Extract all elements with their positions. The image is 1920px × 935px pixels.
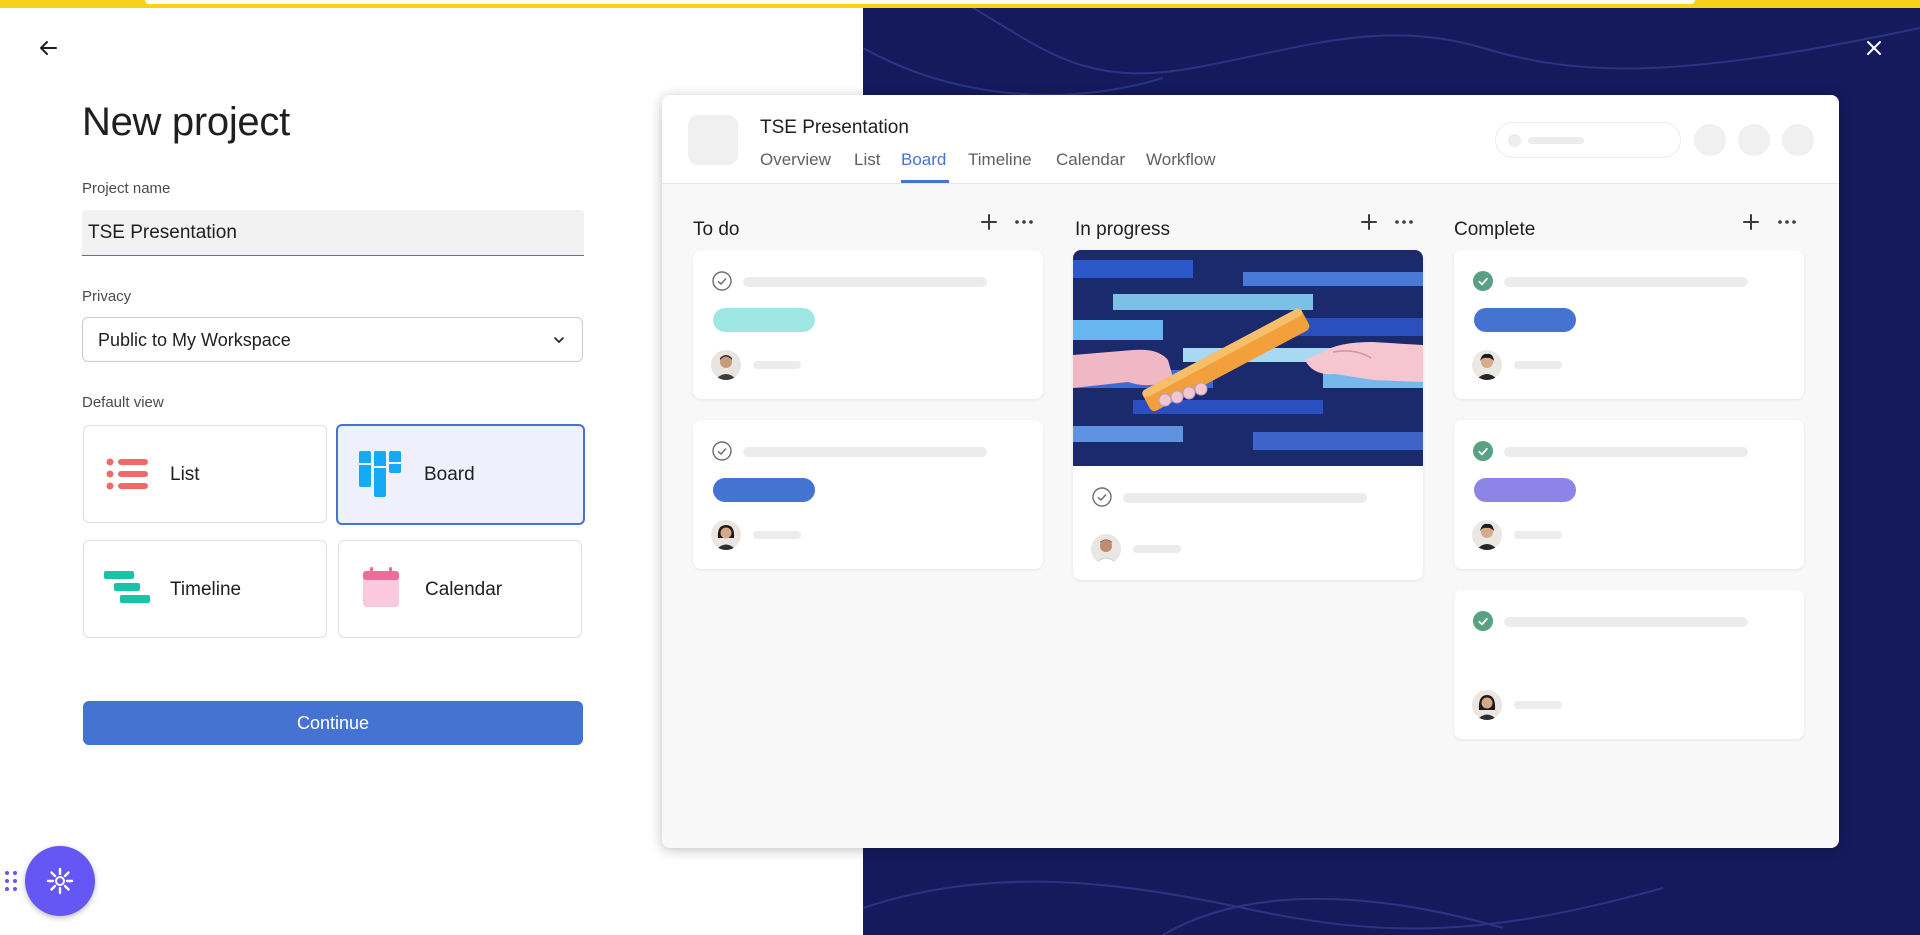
plus-icon — [1361, 214, 1377, 230]
check-circle-icon — [712, 441, 732, 461]
plus-icon — [981, 214, 997, 230]
calendar-icon — [363, 567, 399, 607]
task-card — [693, 250, 1043, 399]
active-tab-indicator — [901, 180, 949, 183]
arrow-left-icon[interactable] — [34, 34, 62, 62]
tab-workflow: Workflow — [1146, 150, 1216, 169]
top-banner — [0, 0, 1920, 8]
project-icon-placeholder — [688, 115, 738, 165]
placeholder-line — [1504, 447, 1748, 457]
check-circle-icon — [1092, 487, 1112, 507]
tab-overview: Overview — [760, 150, 831, 169]
avatar — [1091, 534, 1121, 564]
column-title-complete: Complete — [1454, 219, 1536, 240]
top-banner-inner — [145, 0, 1695, 4]
list-icon — [106, 458, 148, 490]
sparkle-icon — [46, 867, 74, 895]
avatar-placeholder — [1782, 124, 1814, 156]
check-circle-icon — [712, 271, 732, 291]
placeholder-line — [1123, 493, 1367, 503]
placeholder-line — [753, 361, 801, 369]
privacy-value: Public to My Workspace — [98, 330, 291, 350]
column-title-todo: To do — [693, 219, 740, 240]
project-name-input[interactable] — [82, 210, 584, 256]
view-option-label: Calendar — [425, 579, 503, 600]
placeholder-line — [1514, 531, 1562, 539]
board-preview: TSE Presentation Overview List Board Tim… — [662, 95, 1839, 848]
project-name-label: Project name — [82, 180, 171, 197]
tag-pill — [713, 308, 815, 332]
task-card — [1454, 420, 1804, 569]
chevron-down-icon — [554, 337, 564, 343]
view-option-board[interactable]: Board — [336, 424, 585, 525]
placeholder-line — [1133, 545, 1181, 553]
preview-project-title: TSE Presentation — [760, 117, 909, 138]
page-title: New project — [82, 100, 290, 144]
avatar — [711, 350, 741, 380]
continue-button[interactable]: Continue — [83, 701, 583, 745]
avatar — [1472, 350, 1502, 380]
close-icon[interactable] — [1860, 34, 1888, 62]
tag-pill — [1474, 308, 1576, 332]
view-option-list[interactable]: List — [83, 425, 327, 523]
check-circle-filled-icon — [1473, 611, 1493, 631]
placeholder-line — [1504, 277, 1748, 287]
task-card — [693, 420, 1043, 569]
avatar-placeholder — [1738, 124, 1770, 156]
tab-timeline: Timeline — [968, 150, 1032, 169]
more-icon — [1015, 220, 1033, 224]
more-icon — [1395, 220, 1413, 224]
avatar-placeholder — [1694, 124, 1726, 156]
search-placeholder — [1495, 122, 1681, 158]
view-option-label: Board — [424, 464, 475, 485]
placeholder-line — [743, 447, 987, 457]
tag-pill — [713, 478, 815, 502]
view-option-timeline[interactable]: Timeline — [83, 540, 327, 638]
relay-baton-illustration — [1073, 250, 1423, 466]
view-option-calendar[interactable]: Calendar — [338, 540, 582, 638]
avatar — [711, 520, 741, 550]
placeholder-line — [1504, 617, 1748, 627]
privacy-label: Privacy — [82, 288, 132, 305]
tab-board: Board — [901, 150, 947, 169]
placeholder-line — [743, 277, 987, 287]
drag-handle-icon[interactable] — [4, 869, 18, 893]
check-circle-filled-icon — [1473, 441, 1493, 461]
view-option-label: List — [170, 464, 200, 485]
more-icon — [1778, 220, 1796, 224]
task-card — [1454, 250, 1804, 399]
tab-calendar: Calendar — [1056, 150, 1125, 169]
check-circle-filled-icon — [1473, 271, 1493, 291]
view-option-label: Timeline — [170, 579, 242, 600]
assistant-button[interactable] — [25, 846, 95, 916]
board-icon — [359, 451, 401, 497]
timeline-icon — [104, 571, 150, 603]
avatar — [1472, 690, 1502, 720]
placeholder-line — [753, 531, 801, 539]
plus-icon — [1743, 214, 1759, 230]
tab-list: List — [854, 150, 881, 169]
task-card — [1454, 590, 1804, 739]
column-title-in-progress: In progress — [1075, 219, 1171, 240]
preview-header: TSE Presentation Overview List Board Tim… — [662, 95, 1839, 184]
task-card — [1073, 250, 1423, 580]
default-view-label: Default view — [82, 394, 164, 411]
tag-pill — [1474, 478, 1576, 502]
avatar — [1472, 520, 1502, 550]
privacy-select[interactable]: Public to My Workspace — [82, 317, 583, 362]
placeholder-line — [1514, 701, 1562, 709]
placeholder-line — [1514, 361, 1562, 369]
